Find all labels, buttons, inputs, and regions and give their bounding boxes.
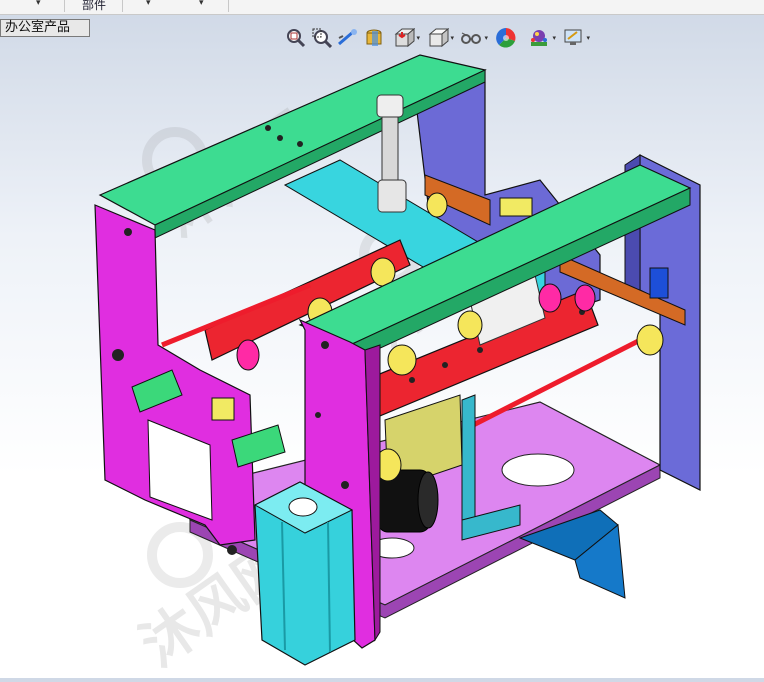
mount-hole bbox=[321, 341, 329, 349]
office-products-tab[interactable]: 办公室产品 bbox=[0, 19, 90, 37]
cylinder-cap[interactable] bbox=[376, 94, 404, 118]
cylinder-bore bbox=[288, 497, 318, 517]
mount-hole bbox=[265, 125, 271, 131]
plate-hole bbox=[409, 377, 415, 383]
mount-hole bbox=[277, 135, 283, 141]
menu-bar: ▾ 部件 ▾ ▾ bbox=[0, 0, 764, 15]
yellow-sensor-block[interactable] bbox=[211, 397, 235, 421]
mount-hole bbox=[124, 228, 132, 236]
mount-hole bbox=[112, 349, 124, 361]
cylinder-base[interactable] bbox=[377, 179, 407, 213]
mount-hole bbox=[227, 545, 237, 555]
mount-hole bbox=[315, 412, 321, 418]
mount-hole bbox=[297, 141, 303, 147]
mount-hole bbox=[341, 481, 349, 489]
3d-model-viewport[interactable] bbox=[0, 40, 764, 678]
dropdown-arrow-icon[interactable]: ▾ bbox=[199, 0, 204, 8]
plate-hole bbox=[477, 347, 483, 353]
dropdown-arrow-icon[interactable]: ▾ bbox=[36, 0, 41, 8]
plate-hole bbox=[442, 362, 448, 368]
menu-separator bbox=[228, 0, 229, 12]
cyan-vertical-strip[interactable] bbox=[461, 394, 476, 536]
dropdown-arrow-icon[interactable]: ▾ bbox=[146, 0, 151, 8]
menu-separator bbox=[122, 0, 123, 12]
blue-bracket-small[interactable] bbox=[649, 267, 669, 299]
menu-separator bbox=[64, 0, 65, 12]
part-menu[interactable]: 部件 bbox=[82, 0, 106, 13]
yellow-block[interactable] bbox=[499, 197, 533, 217]
black-motor-face bbox=[417, 471, 439, 529]
base-plate-hole bbox=[501, 453, 575, 487]
